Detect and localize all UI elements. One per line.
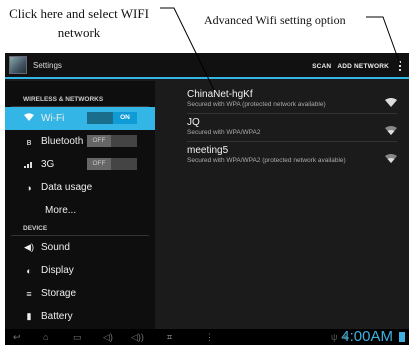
device-screen: Settings SCAN ADD NETWORK WIRELESS & NET… xyxy=(5,53,409,345)
3g-toggle[interactable]: OFF xyxy=(87,158,137,170)
wifi-icon xyxy=(23,113,35,124)
bluetooth-icon: ʙ xyxy=(26,136,32,147)
network-item[interactable]: ChinaNet-hgKf Secured with WPA (protecte… xyxy=(187,89,397,109)
battery-status-icon xyxy=(399,332,405,342)
sidebar-item-bluetooth[interactable]: ʙ Bluetooth OFF xyxy=(5,130,155,153)
sidebar-item-label: Storage xyxy=(41,288,77,299)
volume-down-icon[interactable]: ◁) xyxy=(103,332,113,343)
divider xyxy=(187,113,397,114)
wifi-toggle-state: ON xyxy=(113,112,137,124)
sidebar-item-sound[interactable]: ◀) Sound xyxy=(5,236,155,259)
action-bar: Settings SCAN ADD NETWORK xyxy=(5,53,409,79)
settings-sidebar: WIRELESS & NETWORKS Wi-Fi ON ʙ Bluetooth… xyxy=(5,81,155,329)
sidebar-item-storage[interactable]: ≡ Storage xyxy=(5,282,155,305)
network-security: Secured with WPA (protected network avai… xyxy=(187,101,326,108)
network-item[interactable]: meeting5 Secured with WPA/WPA2 (protecte… xyxy=(187,145,397,165)
sidebar-item-label: Display xyxy=(41,265,74,276)
section-header-wireless: WIRELESS & NETWORKS xyxy=(11,93,149,107)
3g-toggle-state: OFF xyxy=(87,158,111,170)
sidebar-item-display[interactable]: ◐ Display xyxy=(5,259,155,282)
sidebar-item-label: 3G xyxy=(41,159,55,170)
sidebar-item-battery[interactable]: ▮ Battery xyxy=(5,305,155,328)
network-ssid: meeting5 xyxy=(187,145,229,156)
home-icon[interactable]: ⌂ xyxy=(43,332,48,342)
sidebar-item-more[interactable]: More... xyxy=(5,199,155,222)
overflow-menu-icon[interactable] xyxy=(397,60,403,72)
annotation-select-wifi: Click here and select WIFI network xyxy=(9,6,149,40)
wifi-toggle[interactable]: ON xyxy=(87,112,137,124)
wifi-signal-icon xyxy=(385,98,397,107)
sidebar-item-data-usage[interactable]: ◑ Data usage xyxy=(5,176,155,199)
back-icon[interactable]: ↩ xyxy=(13,332,21,343)
settings-app-icon xyxy=(9,56,27,74)
app-title: Settings xyxy=(33,60,62,70)
sidebar-item-label: Wi-Fi xyxy=(41,113,65,124)
signal-icon xyxy=(23,160,35,170)
sidebar-item-label: Battery xyxy=(41,311,73,322)
sidebar-item-3g[interactable]: 3G OFF xyxy=(5,153,155,176)
annotation-advanced-wifi: Advanced Wifi setting option xyxy=(204,13,346,27)
menu-dots-icon[interactable]: ⋮ xyxy=(205,332,214,343)
storage-icon: ≡ xyxy=(26,288,32,299)
add-network-button[interactable]: ADD NETWORK xyxy=(337,63,389,70)
speaker-icon: ◀) xyxy=(24,242,34,252)
recent-apps-icon[interactable]: ▭ xyxy=(73,332,82,343)
sidebar-item-label: Sound xyxy=(41,242,70,253)
clock: 4:00AM xyxy=(341,328,393,345)
divider xyxy=(187,141,397,142)
network-ssid: JQ xyxy=(187,117,200,128)
network-security: Secured with WPA/WPA2 (protected network… xyxy=(187,157,346,164)
system-nav-bar: ↩ ⌂ ▭ ◁) ◁)) ⌗ ⋮ ψ ♦ 4:00AM xyxy=(5,328,409,345)
network-item[interactable]: JQ Secured with WPA/WPA2 xyxy=(187,117,397,137)
bluetooth-toggle-state: OFF xyxy=(87,135,111,147)
screenshot-icon[interactable]: ⌗ xyxy=(167,332,172,343)
network-ssid: ChinaNet-hgKf xyxy=(187,89,253,100)
sidebar-item-label: Data usage xyxy=(41,182,93,193)
section-header-device: DEVICE xyxy=(11,222,149,236)
scan-button[interactable]: SCAN xyxy=(312,63,331,70)
display-icon: ◐ xyxy=(26,265,32,276)
bluetooth-toggle[interactable]: OFF xyxy=(87,135,137,147)
sidebar-item-wifi[interactable]: Wi-Fi ON xyxy=(5,107,155,130)
battery-icon: ▮ xyxy=(26,311,32,321)
usb-icon: ψ xyxy=(331,332,338,342)
network-security: Secured with WPA/WPA2 xyxy=(187,129,261,136)
volume-up-icon[interactable]: ◁)) xyxy=(131,332,144,343)
wifi-signal-icon xyxy=(385,126,397,135)
sidebar-item-label: More... xyxy=(45,205,77,216)
wifi-network-list: ChinaNet-hgKf Secured with WPA (protecte… xyxy=(155,81,409,329)
action-bar-actions: SCAN ADD NETWORK xyxy=(306,53,403,79)
wifi-signal-icon xyxy=(385,154,397,163)
data-usage-icon: ◑ xyxy=(26,182,32,193)
sidebar-item-label: Bluetooth xyxy=(41,136,84,147)
